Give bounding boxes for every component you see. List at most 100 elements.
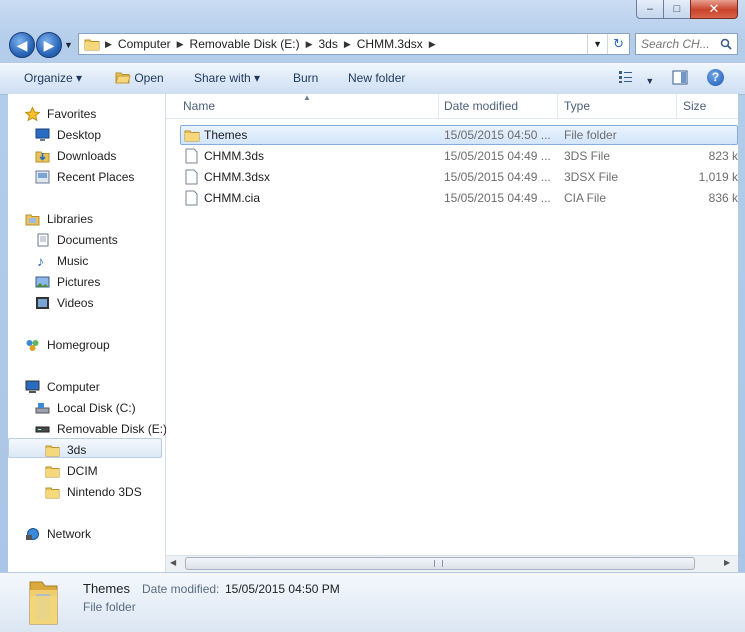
videos-icon	[36, 297, 49, 309]
chevron-right-icon[interactable]: ▶	[426, 39, 439, 50]
organize-button[interactable]: Organize ▾	[24, 71, 82, 85]
nav-favorites[interactable]: Favorites	[8, 104, 158, 124]
table-row[interactable]: CHMM.cia 15/05/2015 04:49 ... CIA File 8…	[180, 188, 740, 208]
nav-label: Homegroup	[47, 338, 110, 352]
breadcrumb-3ds[interactable]: 3ds	[315, 37, 340, 51]
nav-homegroup[interactable]: Homegroup	[8, 335, 158, 355]
nav-music[interactable]: ♪ Music	[8, 251, 158, 271]
chevron-right-icon[interactable]: ▶	[174, 39, 187, 50]
nav-label: Libraries	[47, 212, 94, 226]
address-bar[interactable]: ▶ Computer ▶ Removable Disk (E:) ▶ 3ds ▶…	[78, 33, 630, 55]
help-icon[interactable]: ?	[707, 69, 724, 86]
nav-network[interactable]: Network	[8, 524, 158, 544]
nav-removable-disk[interactable]: Removable Disk (E:)	[8, 419, 167, 439]
nav-folder-3ds[interactable]: 3ds	[8, 440, 158, 460]
file-date: 15/05/2015 04:49 ...	[444, 191, 551, 205]
refresh-icon[interactable]: ↻	[607, 34, 629, 54]
search-input[interactable]: Search CH...	[635, 33, 738, 55]
file-type: 3DS File	[564, 149, 611, 163]
column-divider[interactable]	[438, 94, 439, 118]
network-icon	[26, 528, 39, 540]
file-size: 836 k	[708, 191, 738, 205]
column-header-size[interactable]: Size	[683, 99, 706, 113]
nav-recent-places[interactable]: Recent Places	[8, 167, 158, 187]
nav-local-disk[interactable]: Local Disk (C:)	[8, 398, 158, 418]
chevron-right-icon[interactable]: ▶	[303, 39, 316, 50]
nav-libraries[interactable]: Libraries	[8, 209, 158, 229]
folder-icon	[184, 130, 200, 142]
nav-label: Documents	[57, 233, 118, 247]
column-header-name[interactable]: Name	[183, 99, 215, 113]
share-with-button[interactable]: Share with ▾	[194, 71, 260, 85]
change-view-button[interactable]: ▼	[618, 70, 654, 87]
nav-label: Computer	[47, 380, 100, 394]
nav-documents[interactable]: Documents	[8, 230, 158, 250]
back-arrow-icon: ◀	[16, 36, 28, 53]
breadcrumb-chmm-3dsx[interactable]: CHMM.3dsx	[354, 37, 426, 51]
details-date-label: Date modified:	[142, 582, 220, 596]
folder-icon	[45, 466, 60, 478]
scroll-right-icon[interactable]: ▶	[724, 558, 730, 567]
folder-icon	[45, 487, 60, 499]
column-divider[interactable]	[557, 94, 558, 118]
burn-button[interactable]: Burn	[293, 71, 318, 85]
local-disk-icon	[35, 403, 50, 414]
file-type: File folder	[564, 128, 617, 142]
table-row[interactable]: Themes 15/05/2015 04:50 ... File folder	[180, 125, 740, 145]
chevron-right-icon[interactable]: ▶	[341, 39, 354, 50]
desktop-icon	[35, 128, 50, 141]
nav-pictures[interactable]: Pictures	[8, 272, 158, 292]
column-header-date-modified[interactable]: Date modified	[444, 99, 518, 113]
sort-ascending-icon: ▲	[303, 93, 311, 102]
preview-pane-button[interactable]	[672, 70, 688, 88]
nav-downloads[interactable]: Downloads	[8, 146, 158, 166]
file-name: CHMM.3dsx	[204, 170, 271, 184]
column-header-type[interactable]: Type	[564, 99, 590, 113]
file-size: 823 k	[708, 149, 738, 163]
nav-label: Pictures	[57, 275, 101, 289]
table-row[interactable]: CHMM.3dsx 15/05/2015 04:49 ... 3DSX File…	[180, 167, 740, 187]
chevron-right-icon: ▶	[105, 38, 112, 49]
close-button[interactable]: ✕	[690, 0, 738, 19]
nav-folder-nintendo-3ds[interactable]: Nintendo 3DS	[8, 482, 158, 502]
file-name: CHMM.3ds	[204, 149, 265, 163]
nav-label: 3ds	[67, 443, 87, 457]
file-type: 3DSX File	[564, 170, 619, 184]
new-folder-button[interactable]: New folder	[348, 71, 405, 85]
scrollbar-thumb[interactable]	[185, 557, 695, 570]
preview-pane-icon	[672, 70, 688, 85]
nav-label: Downloads	[57, 149, 117, 163]
open-label: Open	[134, 71, 164, 85]
column-divider[interactable]	[676, 94, 677, 118]
breadcrumb-computer[interactable]: Computer	[115, 37, 174, 51]
recent-pages-dropdown[interactable]: ▼	[64, 40, 73, 50]
chevron-down-icon: ▼	[645, 76, 655, 86]
search-placeholder: Search CH...	[641, 37, 710, 51]
maximize-button[interactable]: □	[663, 0, 691, 19]
breadcrumb-removable-disk[interactable]: Removable Disk (E:)	[187, 37, 303, 51]
details-name: Themes	[83, 581, 130, 596]
nav-desktop[interactable]: Desktop	[8, 125, 158, 145]
minimize-button[interactable]: –	[636, 0, 664, 19]
folder-icon	[45, 445, 60, 457]
nav-label: Local Disk (C:)	[57, 401, 136, 415]
scroll-left-icon[interactable]: ◀	[170, 558, 176, 567]
navigation-pane: Favorites Desktop Downloads Recent Place…	[8, 94, 167, 572]
downloads-icon	[35, 151, 50, 163]
libraries-icon	[25, 214, 40, 226]
table-row[interactable]: CHMM.3ds 15/05/2015 04:49 ... 3DS File 8…	[180, 146, 740, 166]
file-icon	[185, 148, 198, 164]
forward-button[interactable]: ▶	[36, 32, 62, 58]
file-date: 15/05/2015 04:49 ...	[444, 149, 551, 163]
nav-videos[interactable]: Videos	[8, 293, 158, 313]
removable-disk-icon	[35, 426, 50, 433]
open-button[interactable]: Open	[115, 70, 164, 85]
address-history-dropdown[interactable]: ▼	[587, 34, 607, 54]
nav-computer[interactable]: Computer	[8, 377, 158, 397]
nav-label: Videos	[57, 296, 94, 310]
file-name: Themes	[204, 128, 248, 142]
file-icon	[185, 169, 198, 185]
back-button[interactable]: ◀	[9, 32, 35, 58]
nav-folder-dcim[interactable]: DCIM	[8, 461, 158, 481]
computer-icon	[25, 380, 40, 393]
